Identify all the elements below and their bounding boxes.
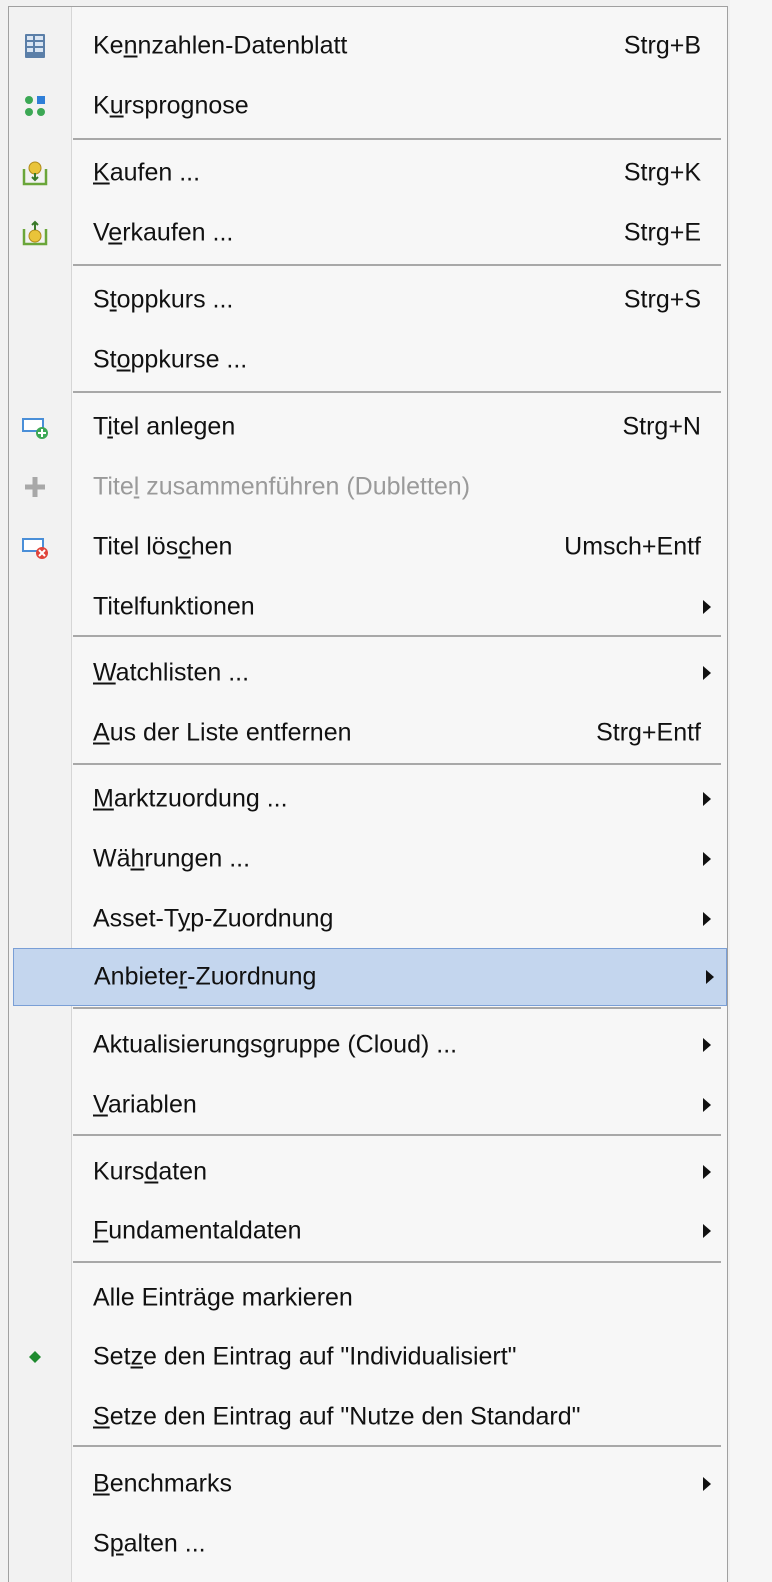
menu-item-label: Titelfunktionen <box>93 592 255 621</box>
menu-item-shortcut: Strg+N <box>622 412 701 441</box>
menu-item-label: Spalten ... <box>93 1529 206 1558</box>
menu-item-label: Asset-Typ-Zuordnung <box>93 904 334 933</box>
menu-item-stoppkurse[interactable]: Stoppkurse ... <box>9 331 727 389</box>
menu-item-label: Titel löschen <box>93 532 233 561</box>
menu-item-anbieter-zuordnung[interactable]: Anbieter-Zuordnung <box>13 948 727 1006</box>
submenu-arrow-icon <box>703 852 711 866</box>
submenu-arrow-icon <box>703 666 711 680</box>
menu-item-label: Anbieter-Zuordnung <box>94 962 317 991</box>
menu-item-label: Variablen <box>93 1090 197 1119</box>
menu-item-waehrungen[interactable]: Währungen ... <box>9 830 727 888</box>
menu-item-kursdaten[interactable]: Kursdaten <box>9 1143 727 1201</box>
menu-item-setze-standard[interactable]: Setze den Eintrag auf "Nutze den Standar… <box>9 1388 727 1446</box>
menu-item-aus-der-liste-entfernen[interactable]: Aus der Liste entfernen Strg+Entf <box>9 704 727 762</box>
menu-item-titelfunktionen[interactable]: Titelfunktionen <box>9 578 727 636</box>
context-menu: Kennzahlen-Datenblatt Strg+B Kursprognos… <box>8 6 728 1582</box>
menu-item-stoppkurs[interactable]: Stoppkurs ... Strg+S <box>9 271 727 329</box>
datasheet-icon <box>21 32 49 60</box>
submenu-arrow-icon <box>703 1477 711 1491</box>
menu-item-verkaufen[interactable]: Verkaufen ... Strg+E <box>9 204 727 262</box>
submenu-arrow-icon <box>703 1038 711 1052</box>
menu-item-shortcut: Strg+Entf <box>596 718 701 747</box>
menu-item-asset-typ-zuordnung[interactable]: Asset-Typ-Zuordnung <box>9 890 727 948</box>
menu-item-spalten[interactable]: Spalten ... <box>9 1515 727 1573</box>
submenu-arrow-icon <box>703 1224 711 1238</box>
menu-separator <box>73 1007 721 1009</box>
menu-item-alle-eintraege-markieren[interactable]: Alle Einträge markieren <box>9 1269 727 1327</box>
menu-separator <box>73 763 721 765</box>
delete-title-icon <box>21 533 49 561</box>
background-window <box>730 0 772 1582</box>
menu-separator <box>73 1261 721 1263</box>
menu-item-label: Aus der Liste entfernen <box>93 718 352 747</box>
menu-item-label: Kursprognose <box>93 91 249 120</box>
menu-item-titel-zusammenfuehren: Titel zusammenführen (Dubletten) <box>9 458 727 516</box>
menu-item-fundamentaldaten[interactable]: Fundamentaldaten <box>9 1202 727 1260</box>
submenu-arrow-icon <box>703 1165 711 1179</box>
submenu-arrow-icon <box>706 970 714 984</box>
menu-item-shortcut: Strg+K <box>623 158 701 187</box>
menu-item-label: Alle Einträge markieren <box>93 1283 353 1312</box>
menu-item-label: Kennzahlen-Datenblatt <box>93 31 348 60</box>
menu-item-label: Marktzuordung ... <box>93 784 288 813</box>
menu-item-label: Fundamentaldaten <box>93 1216 302 1245</box>
menu-item-shortcut: Strg+B <box>623 31 701 60</box>
menu-item-titel-loeschen[interactable]: Titel löschen Umsch+Entf <box>9 518 727 576</box>
menu-item-label: Aktualisierungsgruppe (Cloud) ... <box>93 1030 458 1059</box>
menu-separator <box>73 138 721 140</box>
menu-item-label: Watchlisten ... <box>93 658 250 687</box>
submenu-arrow-icon <box>703 912 711 926</box>
submenu-arrow-icon <box>703 1098 711 1112</box>
add-title-icon <box>21 413 49 441</box>
menu-item-watchlisten[interactable]: Watchlisten ... <box>9 644 727 702</box>
menu-item-marktzuordnung[interactable]: Marktzuordung ... <box>9 770 727 828</box>
menu-item-kaufen[interactable]: Kaufen ... Strg+K <box>9 144 727 202</box>
buy-icon <box>21 159 49 187</box>
menu-item-label: Titel zusammenführen (Dubletten) <box>93 472 471 501</box>
menu-item-shortcut: Umsch+Entf <box>564 532 701 561</box>
submenu-arrow-icon <box>703 792 711 806</box>
menu-item-label: Währungen ... <box>93 844 251 873</box>
menu-separator <box>73 264 721 266</box>
merge-icon <box>21 473 49 501</box>
menu-item-label: Stoppkurs ... <box>93 285 234 314</box>
menu-item-label: Kaufen ... <box>93 158 201 187</box>
menu-item-shortcut: Strg+S <box>623 285 701 314</box>
menu-item-label: Setze den Eintrag auf "Individualisiert" <box>93 1342 517 1371</box>
menu-item-label: Kursdaten <box>93 1157 207 1186</box>
menu-item-label: Stoppkurse ... <box>93 345 248 374</box>
menu-item-variablen[interactable]: Variablen <box>9 1076 727 1134</box>
menu-item-label: Titel anlegen <box>93 412 236 441</box>
menu-item-shortcut: Strg+E <box>623 218 701 247</box>
menu-item-label: Verkaufen ... <box>93 218 234 247</box>
menu-item-kursprognose[interactable]: Kursprognose <box>9 77 727 135</box>
forecast-icon <box>21 92 49 120</box>
menu-item-label: Setze den Eintrag auf "Nutze den Standar… <box>93 1402 581 1431</box>
sell-icon <box>21 219 49 247</box>
menu-item-titel-anlegen[interactable]: Titel anlegen Strg+N <box>9 398 727 456</box>
menu-item-aktualisierungsgruppe[interactable]: Aktualisierungsgruppe (Cloud) ... <box>9 1016 727 1074</box>
menu-separator <box>73 1134 721 1136</box>
menu-item-label: Benchmarks <box>93 1469 232 1498</box>
check-diamond-icon <box>21 1343 49 1371</box>
submenu-arrow-icon <box>703 600 711 614</box>
menu-item-kennzahlen-datenblatt[interactable]: Kennzahlen-Datenblatt Strg+B <box>9 17 727 75</box>
menu-item-benchmarks[interactable]: Benchmarks <box>9 1455 727 1513</box>
menu-separator <box>73 391 721 393</box>
menu-item-setze-individualisiert[interactable]: Setze den Eintrag auf "Individualisiert" <box>9 1328 727 1386</box>
